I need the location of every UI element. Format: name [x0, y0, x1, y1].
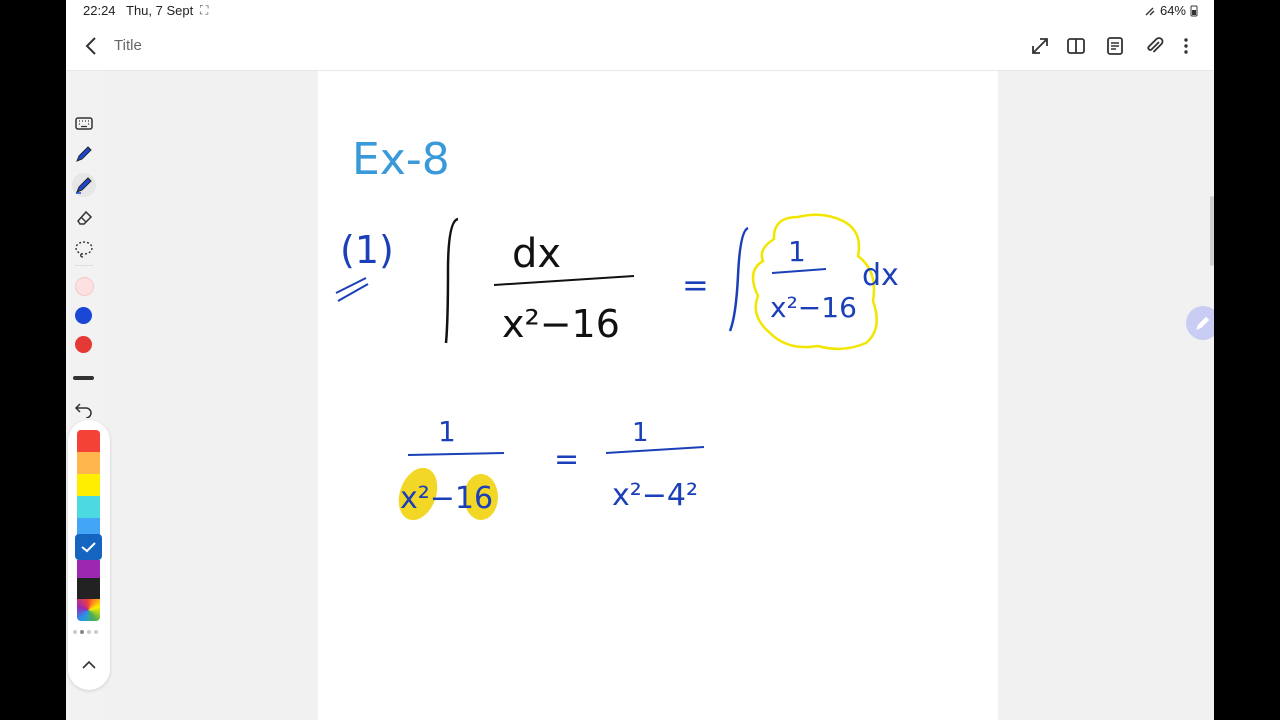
- expand-icon[interactable]: [1028, 34, 1052, 58]
- integral-sign-2: [728, 226, 749, 332]
- divider: [75, 265, 93, 266]
- battery-percent: 64%: [1159, 3, 1186, 18]
- back-arrow-icon[interactable]: [80, 34, 104, 58]
- step-numerator: 1: [438, 415, 456, 448]
- problem-underline: [335, 277, 369, 302]
- book-view-icon[interactable]: [1064, 34, 1088, 58]
- collapse-up-icon[interactable]: [80, 656, 98, 674]
- lasso-icon[interactable]: [72, 237, 96, 261]
- undo-icon[interactable]: [74, 398, 94, 418]
- pen-toolbar: [66, 105, 102, 405]
- scroll-handle[interactable]: [1210, 196, 1214, 266]
- swatch-yellow[interactable]: [77, 474, 100, 496]
- highlighter-icon: [76, 177, 92, 194]
- color-red[interactable]: [75, 336, 92, 353]
- color-light-pink[interactable]: [75, 277, 94, 296]
- pen-icon[interactable]: [72, 142, 96, 166]
- check-icon: [81, 542, 96, 553]
- keyboard-icon[interactable]: [72, 111, 96, 135]
- step-denominator: x²−16: [400, 481, 493, 516]
- rewrite-numerator: 1: [788, 235, 806, 268]
- text-mode-icon[interactable]: [1103, 34, 1127, 58]
- integral-denominator: x²−16: [502, 302, 620, 346]
- swatch-blue-selected[interactable]: [75, 534, 102, 560]
- integral-numerator: dx: [512, 231, 561, 277]
- rewrite-dx: dx: [862, 258, 899, 293]
- eraser-icon[interactable]: [72, 205, 96, 229]
- stroke-width-indicator[interactable]: [73, 376, 94, 380]
- swatch-cyan[interactable]: [77, 496, 100, 518]
- note-page[interactable]: Ex-8 (1) dx x²−16 = 1 x²−16 dx 1 x²−16 =…: [318, 71, 998, 720]
- heading-text: Ex-8: [352, 134, 450, 185]
- problem-number: (1): [340, 228, 394, 272]
- note-title[interactable]: Title: [114, 37, 142, 54]
- color-blue[interactable]: [75, 307, 92, 324]
- palette-page-dots: [73, 630, 105, 636]
- swatch-custom-color[interactable]: [77, 599, 100, 621]
- attach-icon[interactable]: [1142, 34, 1166, 58]
- fraction-bar-3: [407, 452, 505, 456]
- equals-2: =: [554, 442, 579, 477]
- result-numerator: 1: [632, 418, 649, 448]
- note-toolbar: Title: [66, 22, 1214, 71]
- status-date: Thu, 7 Sept: [126, 3, 194, 18]
- integral-sign-1: [444, 217, 459, 344]
- status-right: 64%: [1144, 3, 1198, 18]
- floating-pen-button[interactable]: [1186, 306, 1214, 340]
- highlighter-tool[interactable]: [72, 173, 96, 197]
- fraction-bar-1: [493, 275, 635, 286]
- swatch-red[interactable]: [77, 430, 100, 452]
- status-bar: 22:24 Thu, 7 Sept ⛶ 64%: [66, 0, 1214, 22]
- pen-signal-icon: [1145, 7, 1155, 15]
- handwriting-canvas: Ex-8 (1) dx x²−16 = 1 x²−16 dx 1 x²−16 =…: [335, 134, 899, 521]
- swatch-orange[interactable]: [77, 452, 100, 474]
- battery-icon: [1190, 5, 1198, 16]
- rewrite-denominator: x²−16: [770, 291, 857, 324]
- fraction-bar-4: [605, 446, 705, 454]
- pen-edit-icon: [1196, 316, 1210, 330]
- status-time: 22:24: [83, 3, 116, 18]
- swatch-black[interactable]: [77, 578, 100, 600]
- more-options-icon[interactable]: [1174, 34, 1198, 58]
- color-palette: [68, 420, 110, 690]
- result-denominator: x²−4²: [612, 478, 698, 513]
- equals-1: =: [682, 266, 709, 304]
- screen-record-icon: ⛶: [200, 3, 209, 17]
- yellow-cloud-outline: [751, 213, 878, 351]
- fraction-bar-2: [771, 268, 827, 274]
- app-window: 22:24 Thu, 7 Sept ⛶ 64% Title Ex-8 (1) d…: [66, 0, 1214, 720]
